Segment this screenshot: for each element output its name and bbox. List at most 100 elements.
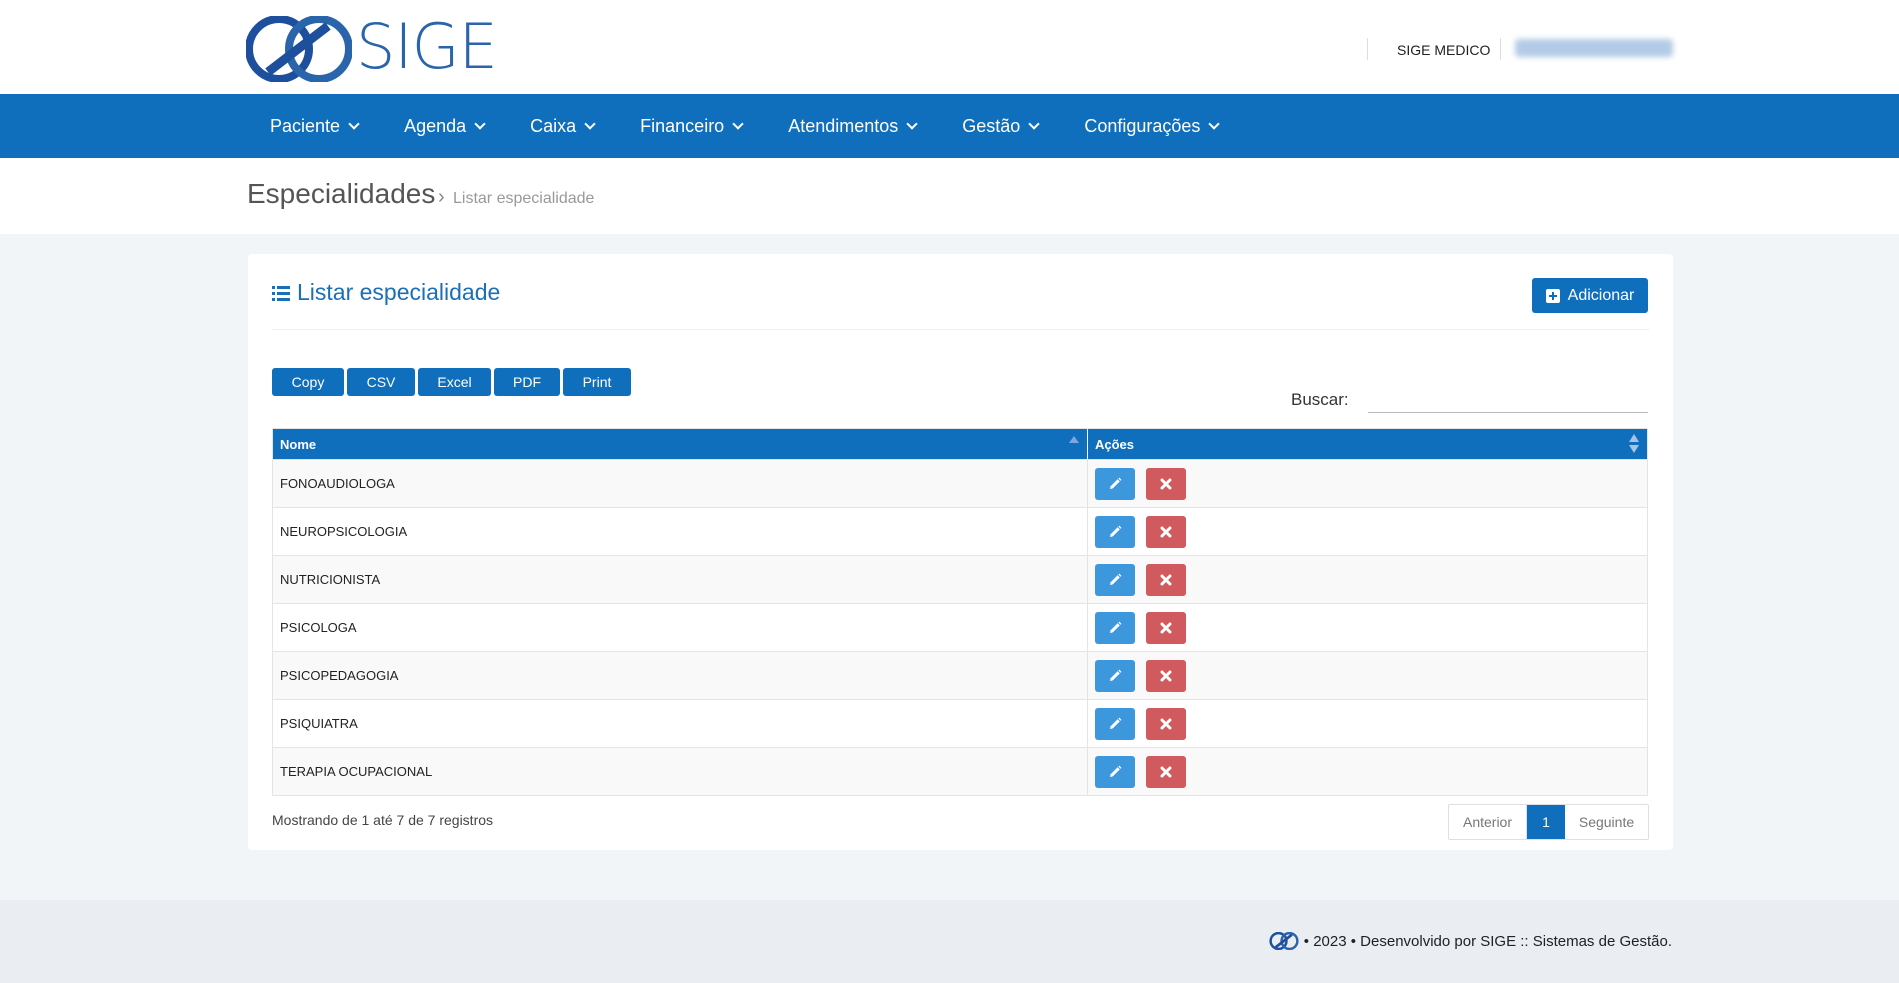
pagination-next[interactable]: Seguinte: [1565, 805, 1648, 839]
top-header: SIGE SIGE MEDICO: [0, 0, 1899, 94]
export-copy-button[interactable]: Copy: [272, 368, 344, 396]
nav-item-atendimentos[interactable]: Atendimentos: [765, 94, 939, 158]
add-button[interactable]: Adicionar: [1532, 278, 1648, 313]
sige-logo[interactable]: SIGE: [245, 12, 512, 83]
close-icon: [1160, 766, 1172, 778]
nav-item-gestao[interactable]: Gestão: [939, 94, 1061, 158]
table-row: TERAPIA OCUPACIONAL: [273, 747, 1647, 795]
list-icon: [272, 285, 290, 301]
sort-icon: [1629, 434, 1639, 454]
pencil-icon: [1108, 765, 1122, 779]
nav-item-label: Financeiro: [640, 115, 725, 136]
add-button-label: Adicionar: [1567, 286, 1635, 304]
chevron-down-icon: [348, 118, 360, 130]
pagination: Anterior 1 Seguinte: [1448, 804, 1649, 840]
table-header: Nome Ações: [273, 429, 1647, 459]
pencil-icon: [1108, 525, 1122, 539]
infinity-logo-icon: [1269, 932, 1299, 950]
close-icon: [1160, 574, 1172, 586]
edit-button[interactable]: [1095, 755, 1135, 788]
delete-button[interactable]: [1146, 611, 1186, 644]
cell-acoes: [1088, 748, 1647, 795]
pagination-previous[interactable]: Anterior: [1449, 805, 1527, 839]
export-csv-button[interactable]: CSV: [347, 368, 415, 396]
delete-button[interactable]: [1146, 707, 1186, 740]
cell-nome: PSICOLOGA: [273, 604, 1088, 651]
pagination-page-current[interactable]: 1: [1527, 805, 1565, 839]
breadcrumb: Especialidades › Listar especialidade: [0, 158, 1899, 234]
pencil-icon: [1108, 477, 1122, 491]
column-header-acoes[interactable]: Ações: [1088, 429, 1647, 459]
divider: [272, 329, 1649, 330]
plus-square-icon: [1545, 288, 1560, 303]
nav-item-label: Caixa: [530, 115, 577, 136]
nav-menu: Paciente Agenda Caixa Financeiro Atendimento…: [247, 94, 1241, 158]
chevron-down-icon: [732, 118, 744, 130]
footer: • 2023 • Desenvolvido por SIGE :: Sistem…: [0, 900, 1899, 983]
nav-item-paciente[interactable]: Paciente: [247, 94, 381, 158]
delete-button[interactable]: [1146, 659, 1186, 692]
export-excel-button[interactable]: Excel: [418, 368, 491, 396]
edit-button[interactable]: [1095, 611, 1135, 644]
nav-item-financeiro[interactable]: Financeiro: [617, 94, 765, 158]
edit-button[interactable]: [1095, 563, 1135, 596]
column-header-label: Nome: [280, 436, 317, 452]
nav-item-label: Atendimentos: [788, 115, 899, 136]
table-row: PSICOPEDAGOGIA: [273, 651, 1647, 699]
chevron-down-icon: [1028, 118, 1040, 130]
user-name-blurred[interactable]: [1515, 39, 1673, 57]
close-icon: [1160, 622, 1172, 634]
delete-button[interactable]: [1146, 515, 1186, 548]
close-icon: [1160, 526, 1172, 538]
pencil-icon: [1108, 621, 1122, 635]
column-header-label: Ações: [1095, 436, 1135, 452]
org-label[interactable]: SIGE MEDICO: [1397, 42, 1490, 58]
table-row: PSICOLOGA: [273, 603, 1647, 651]
export-print-button[interactable]: Print: [563, 368, 631, 396]
cell-nome: TERAPIA OCUPACIONAL: [273, 748, 1088, 795]
breadcrumb-separator-icon: ›: [438, 186, 445, 208]
table-row: PSIQUIATRA: [273, 699, 1647, 747]
chevron-down-icon: [906, 118, 918, 130]
pencil-icon: [1108, 573, 1122, 587]
footer-text: • 2023 • Desenvolvido por SIGE :: Sistem…: [1303, 932, 1672, 950]
infinity-logo-icon: [245, 15, 353, 83]
user-area: SIGE MEDICO: [1367, 36, 1899, 62]
search-label: Buscar:: [1291, 390, 1349, 409]
column-header-nome[interactable]: Nome: [273, 429, 1088, 459]
nav-item-label: Gestão: [962, 115, 1021, 136]
nav-item-caixa[interactable]: Caixa: [507, 94, 617, 158]
cell-acoes: [1088, 700, 1647, 747]
export-pdf-button[interactable]: PDF: [494, 368, 560, 396]
delete-button[interactable]: [1146, 563, 1186, 596]
nav-item-label: Configurações: [1084, 115, 1201, 136]
separator: [1367, 38, 1368, 60]
delete-button[interactable]: [1146, 467, 1186, 500]
cell-nome: PSIQUIATRA: [273, 700, 1088, 747]
edit-button[interactable]: [1095, 659, 1135, 692]
cell-nome: NUTRICIONISTA: [273, 556, 1088, 603]
nav-item-configuracoes[interactable]: Configurações: [1061, 94, 1241, 158]
edit-button[interactable]: [1095, 515, 1135, 548]
sort-asc-icon: [1069, 436, 1079, 443]
edit-button[interactable]: [1095, 707, 1135, 740]
edit-button[interactable]: [1095, 467, 1135, 500]
table-row: NUTRICIONISTA: [273, 555, 1647, 603]
table-body: FONOAUDIOLOGA NEUROPSICOLOGIA NUTRICIONIST…: [273, 459, 1647, 795]
cell-acoes: [1088, 556, 1647, 603]
records-info: Mostrando de 1 até 7 de 7 registros: [272, 812, 494, 828]
close-icon: [1160, 478, 1172, 490]
main-navbar: Paciente Agenda Caixa Financeiro Atendimento…: [0, 94, 1899, 158]
nav-item-agenda[interactable]: Agenda: [381, 94, 507, 158]
nav-item-label: Agenda: [404, 115, 467, 136]
delete-button[interactable]: [1146, 755, 1186, 788]
cell-nome: NEUROPSICOLOGIA: [273, 508, 1088, 555]
chevron-down-icon: [474, 118, 486, 130]
search-input[interactable]: [1368, 381, 1648, 413]
cell-acoes: [1088, 508, 1647, 555]
close-icon: [1160, 718, 1172, 730]
chevron-down-icon: [1208, 118, 1221, 130]
page-title: Especialidades: [247, 178, 436, 209]
logo-text: SIGE: [356, 10, 498, 83]
table-row: NEUROPSICOLOGIA: [273, 507, 1647, 555]
